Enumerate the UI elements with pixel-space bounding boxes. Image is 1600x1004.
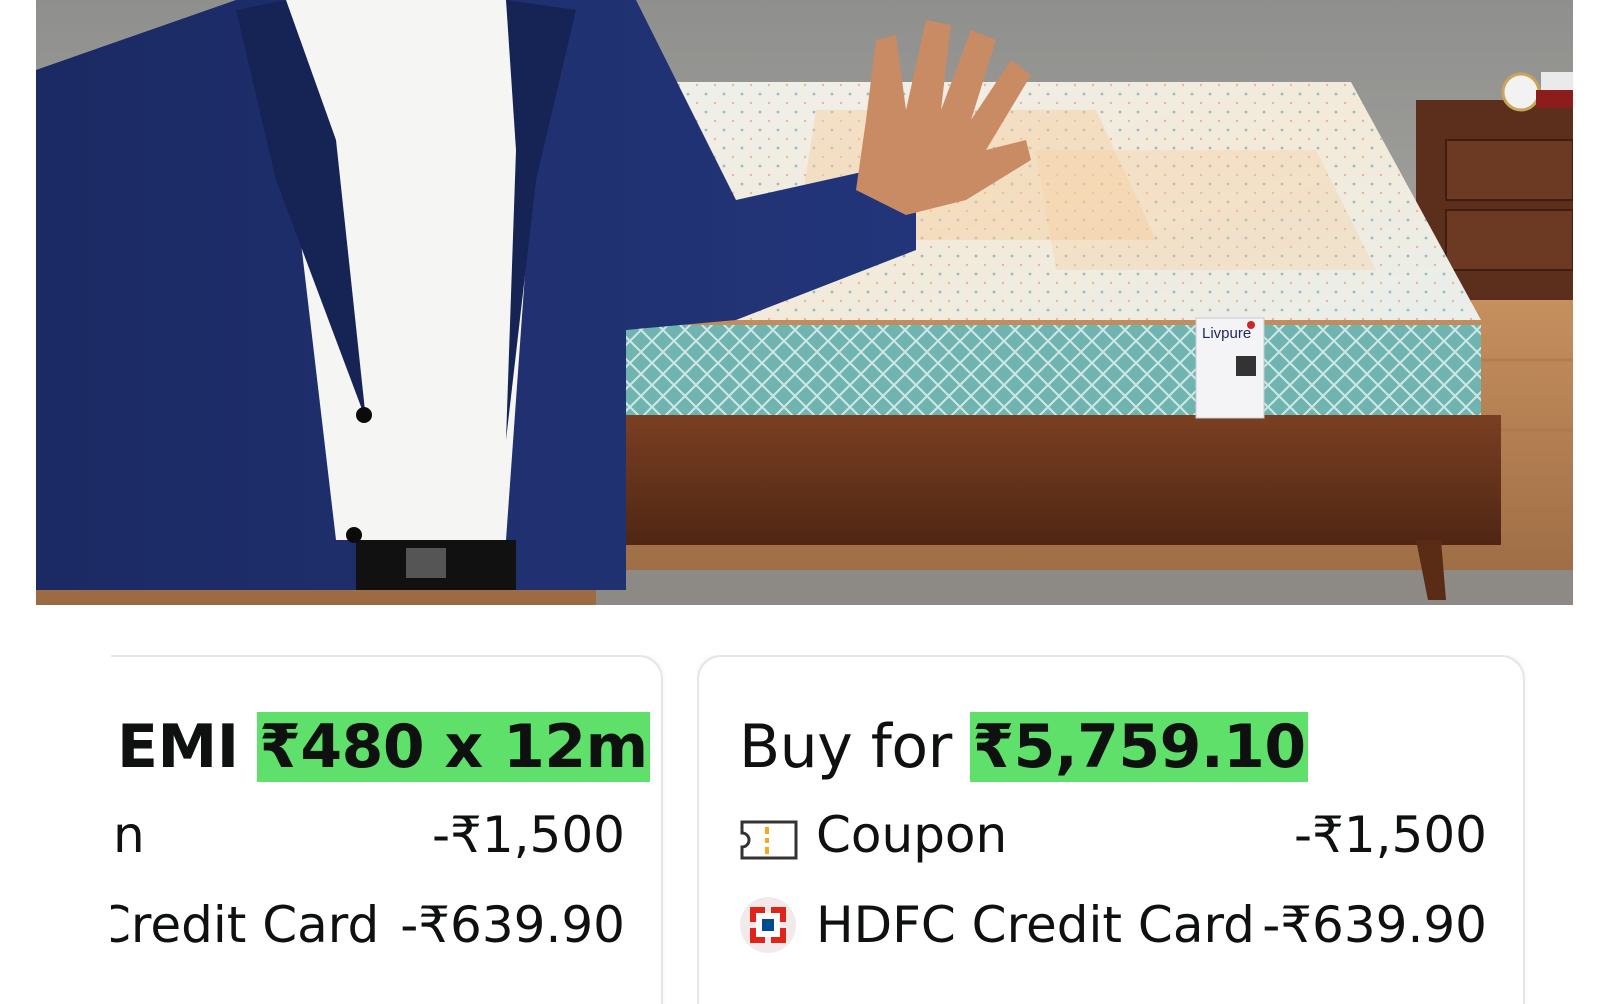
emi-value-highlight: ₹480 x 12m <box>257 712 650 782</box>
emi-row-label: Credit Card <box>111 896 380 954</box>
emi-headline: EMI ₹480 x 12m <box>117 709 650 785</box>
emi-row-label: n <box>113 806 145 864</box>
buy-price-highlight: ₹5,759.10 <box>970 712 1308 782</box>
buy-row-amount: -₹639.90 <box>1262 896 1487 954</box>
brand-tag-text: Livpure <box>1202 325 1251 342</box>
emi-row-amount: -₹1,500 <box>432 806 625 864</box>
emi-offer-card-clip: EMI ₹480 x 12m n -₹1,500 Credit Card -₹6… <box>111 655 671 1004</box>
buy-offer-card[interactable]: Buy for ₹5,759.10 Coupon -₹1,500 HDFC Cr… <box>697 655 1525 1004</box>
buy-row-label: Coupon <box>816 806 1008 864</box>
emi-offer-card[interactable]: EMI ₹480 x 12m n -₹1,500 Credit Card -₹6… <box>111 655 663 1004</box>
hdfc-bank-icon <box>739 896 797 954</box>
coupon-icon <box>739 814 799 860</box>
product-page: Livpure EMI ₹480 x 12m n -₹1,500 Credit … <box>0 0 1600 1004</box>
buy-headline: Buy for ₹5,759.10 <box>739 709 1308 785</box>
buy-offer-card-clip: Buy for ₹5,759.10 Coupon -₹1,500 HDFC Cr… <box>697 655 1537 1004</box>
buy-row-coupon: Coupon -₹1,500 <box>699 805 1487 865</box>
emi-row-amount: -₹639.90 <box>400 896 625 954</box>
emi-row-coupon: n -₹1,500 <box>111 805 625 865</box>
buy-row-amount: -₹1,500 <box>1294 806 1487 864</box>
buy-label: Buy for <box>739 712 952 782</box>
emi-label: EMI <box>117 712 239 782</box>
product-image[interactable]: Livpure <box>36 0 1573 605</box>
buy-row-hdfc: HDFC Credit Card -₹639.90 <box>699 895 1487 955</box>
emi-row-card: Credit Card -₹639.90 <box>111 895 625 955</box>
buy-row-label: HDFC Credit Card <box>816 896 1255 954</box>
